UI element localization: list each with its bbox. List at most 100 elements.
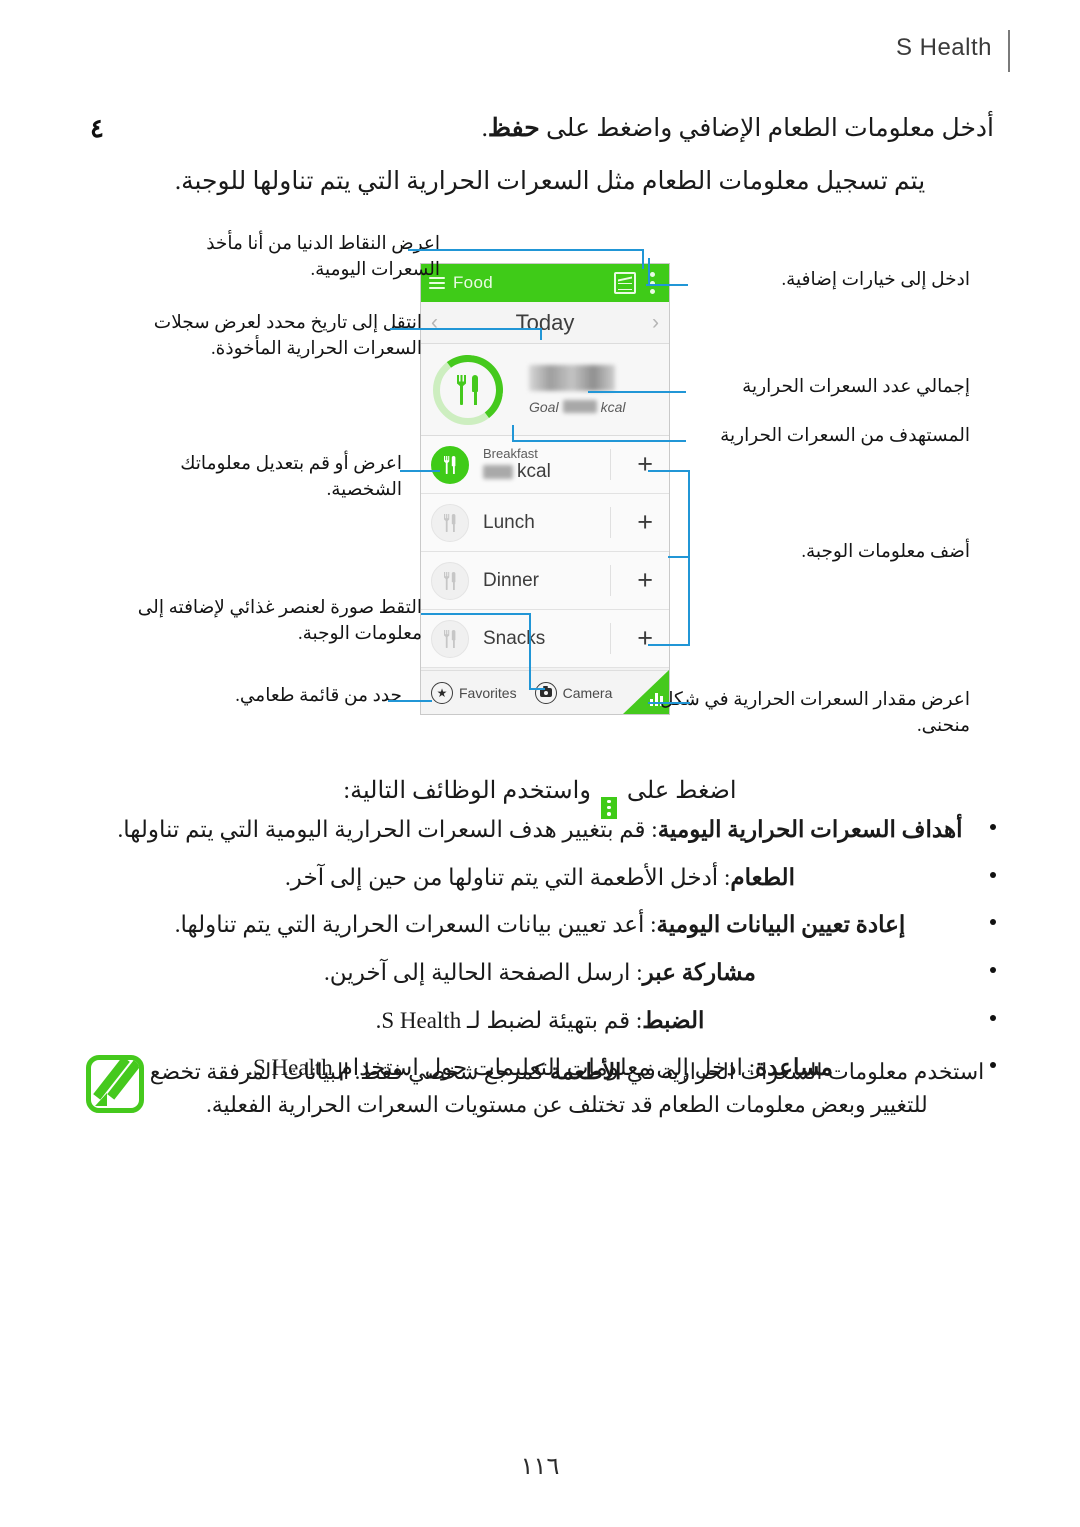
current-date-label: Today [515,309,575,335]
function-title: مشاركة عبر [642,959,756,985]
meal-label-breakfast: Breakfast kcal [483,446,551,483]
function-title: أهداف السعرات الحرارية اليومية [657,817,963,842]
meal-name: Dinner [483,569,539,591]
goal-unit: kcal [600,398,626,415]
calorie-values: Goal kcal [529,364,625,415]
leader-line [648,644,690,646]
row-divider [610,565,611,596]
leader-line [390,328,542,330]
leader-line [388,700,432,702]
fork-icon [444,630,449,648]
callout-right-3: المستهدف من السعرات الحرارية [720,426,970,446]
function-desc: : قم بتهيئة لضبط لـ S Health. [375,1007,643,1033]
function-title: الطعام [730,864,795,890]
knife-icon [451,513,456,532]
leader-line [529,613,531,690]
fork-icon [444,514,449,532]
header-rule [1008,30,1010,72]
meal-label-snacks: Snacks [483,628,545,650]
phone-bottom-bar: ★ Favorites Camera [421,670,669,714]
callout-left-2: انتقل إلى تاريخ محدد لعرض سجلات السعرات … [153,313,422,359]
leader-line [512,440,686,442]
function-desc: : أعد تعيين بيانات السعرات الحرارية التي… [174,912,657,938]
callout-right-2: إجمالي عدد السعرات الحرارية [742,377,970,397]
meal-calories-redacted [483,465,513,479]
page-number: ١١٦ [520,1454,560,1480]
meal-icon-breakfast [431,445,469,484]
camera-button[interactable]: Camera [534,681,613,704]
leader-line [588,391,686,393]
camera-label: Camera [562,684,613,701]
function-desc: : قم بتغيير هدف السعرات الحرارية اليومية… [117,817,658,842]
function-desc: : ارسل الصفحة الحالية إلى آخرين. [324,959,643,985]
meal-icon-snacks [431,619,469,658]
add-lunch-button[interactable]: + [637,494,653,551]
add-dinner-button[interactable]: + [637,552,653,609]
bullet-icon [990,919,996,926]
step-number: ٤ [90,114,104,143]
callout-left-3: اعرض أو قم بتعديل معلوماتك الشخصية. [180,454,402,500]
list-item: الطعام: أدخل الأطعمة التي يتم تناولها من… [80,860,1000,908]
meal-icon-lunch [431,503,469,542]
meal-calories: kcal [483,461,551,483]
favorites-label: Favorites [459,684,517,701]
row-divider [610,507,611,538]
star-icon: ★ [431,681,453,704]
callout-left-4: التقط صورة لعنصر غذائي لإضافته إلى معلوم… [137,598,422,644]
press-text-before: اضغط على [620,778,737,804]
meal-label-dinner: Dinner [483,570,539,592]
table-row[interactable]: Lunch + [421,494,669,552]
step-text: أدخل معلومات الطعام الإضافي واضغط على حف… [114,112,1000,146]
list-item: إعادة تعيين البيانات اليومية: أعد تعيين … [80,907,1000,955]
table-row[interactable]: Snacks + [421,610,669,668]
leader-line [668,556,688,558]
step-bold-word: حفظ [487,115,540,142]
meal-label-lunch: Lunch [483,512,535,534]
press-text-after: واستخدم الوظائف التالية: [343,778,597,804]
leader-line [400,470,440,472]
camera-icon [534,681,557,704]
leader-line [646,284,688,286]
note-line2: وبعض معلومات الطعام قد تختلف عن مستويات … [206,1092,866,1117]
note-block: استخدم معلومات السعرات الحرارية في الأطع… [80,1055,1000,1121]
leader-line [529,688,545,690]
callout-right-4: أضف معلومات الوجبة. [801,542,970,562]
calorie-summary: Goal kcal [421,344,669,436]
leader-line [642,249,644,269]
cutlery-icon [457,374,479,405]
step-text-before: أدخل معلومات الطعام الإضافي واضغط على [539,115,994,142]
callout-right-1: ادخل إلى خيارات إضافية. [781,270,971,290]
chart-icon[interactable] [614,272,636,294]
manual-title: S Health [895,34,992,61]
goal-label: Goal [529,398,559,415]
add-snacks-button[interactable]: + [637,610,653,667]
bullet-icon [990,871,996,878]
row-divider [610,623,611,654]
note-pencil-icon [86,1055,144,1113]
fork-icon [444,456,449,474]
leader-line [648,470,690,472]
calorie-progress-ring [433,354,503,425]
bullet-icon [990,824,996,830]
function-desc: : أدخل الأطعمة التي يتم تناولها من حين إ… [285,864,731,890]
favorites-button[interactable]: ★ Favorites [431,681,517,704]
date-navigator: ‹ Today › [421,302,669,344]
meal-name: Breakfast [483,446,538,461]
callout-left-5: حدد من قائمة طعامي. [235,686,402,706]
table-row[interactable]: Breakfast kcal + [421,436,669,494]
calorie-goal: Goal kcal [529,399,625,415]
callout-right-5: اعرض مقدار السعرات الحرارية في شكل منحنى… [660,690,970,736]
leader-line [648,258,650,286]
list-item: أهداف السعرات الحرارية اليومية: قم بتغيي… [80,812,1000,860]
leader-line [648,702,690,704]
note-line1-a: استخدم معلومات السعرات الحرارية في [621,1059,985,1084]
leader-line [408,249,644,251]
knife-icon [451,571,456,590]
page-header: S Health [0,30,1080,78]
table-row[interactable]: Dinner + [421,552,669,610]
total-calories-redacted [529,364,615,391]
kebab-menu-icon[interactable] [650,272,655,294]
goal-value-redacted [562,400,597,413]
leader-line [421,613,531,615]
app-title: Food [453,273,493,292]
